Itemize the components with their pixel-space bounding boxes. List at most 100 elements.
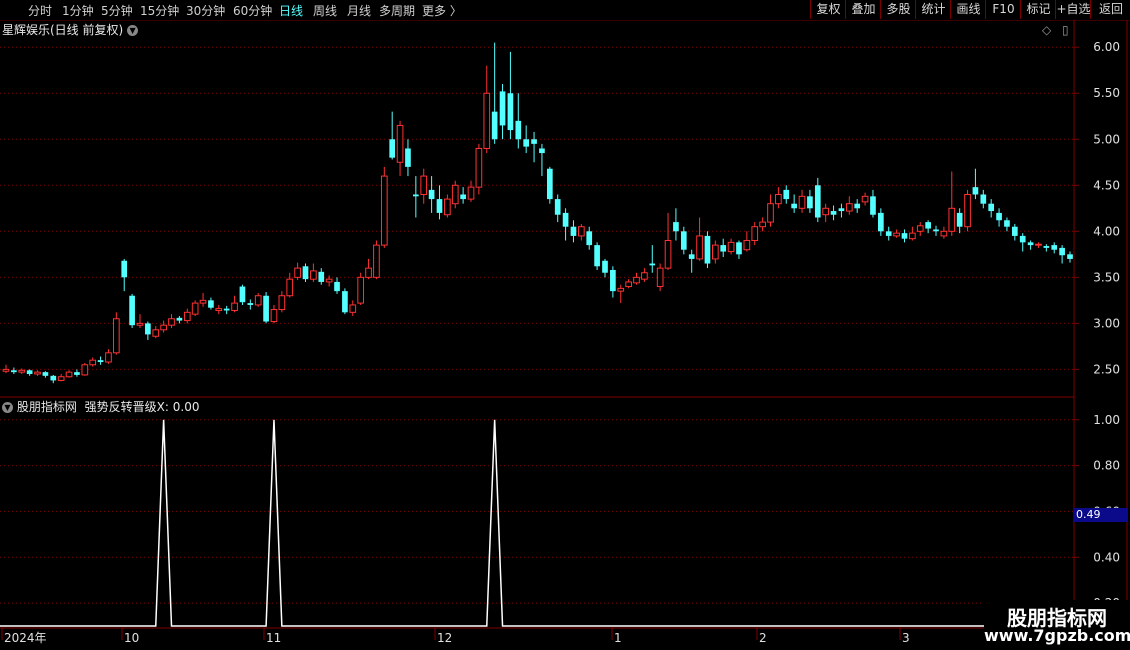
- candle-body-up: [191, 302, 199, 315]
- candle-body-down: [539, 148, 545, 154]
- candle-body-up: [183, 311, 191, 322]
- price-tick-label: 6.00: [1093, 40, 1120, 54]
- candle-body-down: [247, 303, 254, 305]
- toolbar-button-0[interactable]: 复权: [810, 0, 846, 19]
- indicator-title[interactable]: ▼ 股朋指标网 强势反转晋级X: 0.00: [2, 398, 200, 415]
- period-tab-0[interactable]: 分时: [28, 2, 52, 19]
- toolbar-button-8[interactable]: 返回: [1090, 0, 1130, 19]
- price-tick-label: 3.00: [1093, 316, 1120, 330]
- candle-body-up: [641, 272, 648, 280]
- candle-body-up: [160, 324, 167, 331]
- current-value-marker: 0.49: [1074, 508, 1128, 522]
- candle-body-down: [302, 266, 309, 280]
- candle-body-down: [11, 370, 17, 373]
- candle-body-up: [81, 364, 89, 376]
- candle-body-down: [783, 189, 790, 200]
- time-tick-label: 2024年: [4, 631, 47, 645]
- candle-body-down: [263, 295, 269, 322]
- toolbar-button-1[interactable]: 叠加: [845, 0, 881, 19]
- period-tab-5[interactable]: 60分钟: [233, 2, 272, 19]
- candle-body-down: [649, 263, 656, 266]
- candle-body-up: [909, 232, 916, 240]
- candle-body-down: [570, 226, 577, 236]
- candle-body-up: [743, 240, 751, 251]
- price-tick-label: 5.00: [1093, 132, 1120, 146]
- indicator-line: [0, 419, 1074, 627]
- time-tick-label: 11: [266, 631, 281, 645]
- price-tick-label: 3.50: [1093, 270, 1120, 284]
- candle-body-up: [105, 352, 112, 363]
- period-tab-4[interactable]: 30分钟: [186, 2, 225, 19]
- period-tab-6[interactable]: 日线: [279, 2, 303, 19]
- candle-body-down: [807, 196, 813, 209]
- watermark: 股朋指标网 www.7gpzb.com: [984, 600, 1130, 650]
- indicator-value: 0.00: [172, 400, 200, 414]
- candle-body-down: [791, 203, 797, 209]
- candle-body-down: [988, 203, 995, 212]
- candle-body-down: [50, 375, 57, 381]
- period-tab-9[interactable]: 多周期: [379, 2, 415, 19]
- candle-body-up: [578, 226, 585, 237]
- candle-body-up: [365, 267, 372, 278]
- candle-body-down: [428, 189, 435, 200]
- indicator-tick-label: 0.40: [1093, 550, 1120, 564]
- period-tab-3[interactable]: 15分钟: [140, 2, 179, 19]
- toolbar-button-6[interactable]: 标记: [1020, 0, 1056, 19]
- candle-body-up: [798, 195, 806, 209]
- candle-body-up: [845, 203, 853, 212]
- candle-body-down: [1004, 220, 1010, 227]
- period-tab-7[interactable]: 周线: [313, 2, 337, 19]
- candle-body-down: [878, 212, 884, 232]
- candle-body-down: [74, 372, 80, 375]
- period-tab-8[interactable]: 月线: [347, 2, 371, 19]
- time-tick-label: 12: [437, 631, 452, 645]
- candle-body-down: [499, 91, 506, 126]
- toolbar-button-7[interactable]: +自选: [1055, 0, 1091, 19]
- candle-body-down: [436, 199, 443, 213]
- candle-body-down: [1067, 254, 1073, 259]
- candle-body-up: [349, 304, 357, 313]
- indicator-source: 股朋指标网: [16, 400, 77, 414]
- period-tab-2[interactable]: 5分钟: [101, 2, 133, 19]
- candle-body-up: [231, 302, 238, 311]
- candle-body-down: [460, 194, 466, 200]
- candle-body-up: [294, 267, 301, 278]
- candle-body-up: [664, 240, 672, 269]
- candle-body-down: [610, 269, 616, 292]
- candle-body-down: [405, 148, 411, 167]
- time-tick-label: 3: [902, 631, 910, 645]
- price-tick-label: 2.50: [1093, 362, 1120, 376]
- candle-body-up: [357, 276, 365, 304]
- indicator-tick-label: 1.00: [1093, 413, 1120, 427]
- candle-body-down: [885, 231, 892, 236]
- candle-body-down: [121, 260, 128, 278]
- candle-body-down: [507, 93, 514, 131]
- price-tick-label: 4.00: [1093, 224, 1120, 238]
- price-tick-label: 5.50: [1093, 86, 1120, 100]
- price-chart[interactable]: 6.00 5.50 5.00 4.50 4.00 3.50 3.00 2.50 1.00 0.80…: [0, 0, 1130, 650]
- candle-body-down: [736, 242, 742, 255]
- candle-body-down: [854, 203, 861, 209]
- candle-body-down: [996, 212, 1002, 221]
- candle-body-up: [65, 371, 73, 378]
- candle-body-up: [325, 278, 333, 283]
- candle-body-up: [822, 207, 830, 216]
- period-tab-10[interactable]: 更多 〉: [422, 2, 462, 19]
- candle-body-up: [483, 92, 491, 149]
- toolbar-button-5[interactable]: F10: [985, 0, 1021, 19]
- candle-body-up: [451, 184, 459, 205]
- candle-body-down: [389, 139, 396, 158]
- candle-body-down: [145, 323, 151, 335]
- chevron-down-icon[interactable]: ▼: [2, 402, 13, 413]
- toolbar-button-4[interactable]: 画线: [950, 0, 986, 19]
- candle-body-down: [870, 196, 876, 215]
- period-tab-1[interactable]: 1分钟: [62, 2, 94, 19]
- candle-body-down: [838, 208, 845, 212]
- toolbar-button-3[interactable]: 统计: [915, 0, 951, 19]
- candle-body-up: [270, 309, 278, 323]
- candle-body-down: [129, 295, 135, 326]
- candle-body-down: [1043, 246, 1050, 248]
- candle-body-up: [1035, 243, 1042, 246]
- toolbar-button-2[interactable]: 多股: [880, 0, 916, 19]
- candle-body-down: [925, 222, 931, 229]
